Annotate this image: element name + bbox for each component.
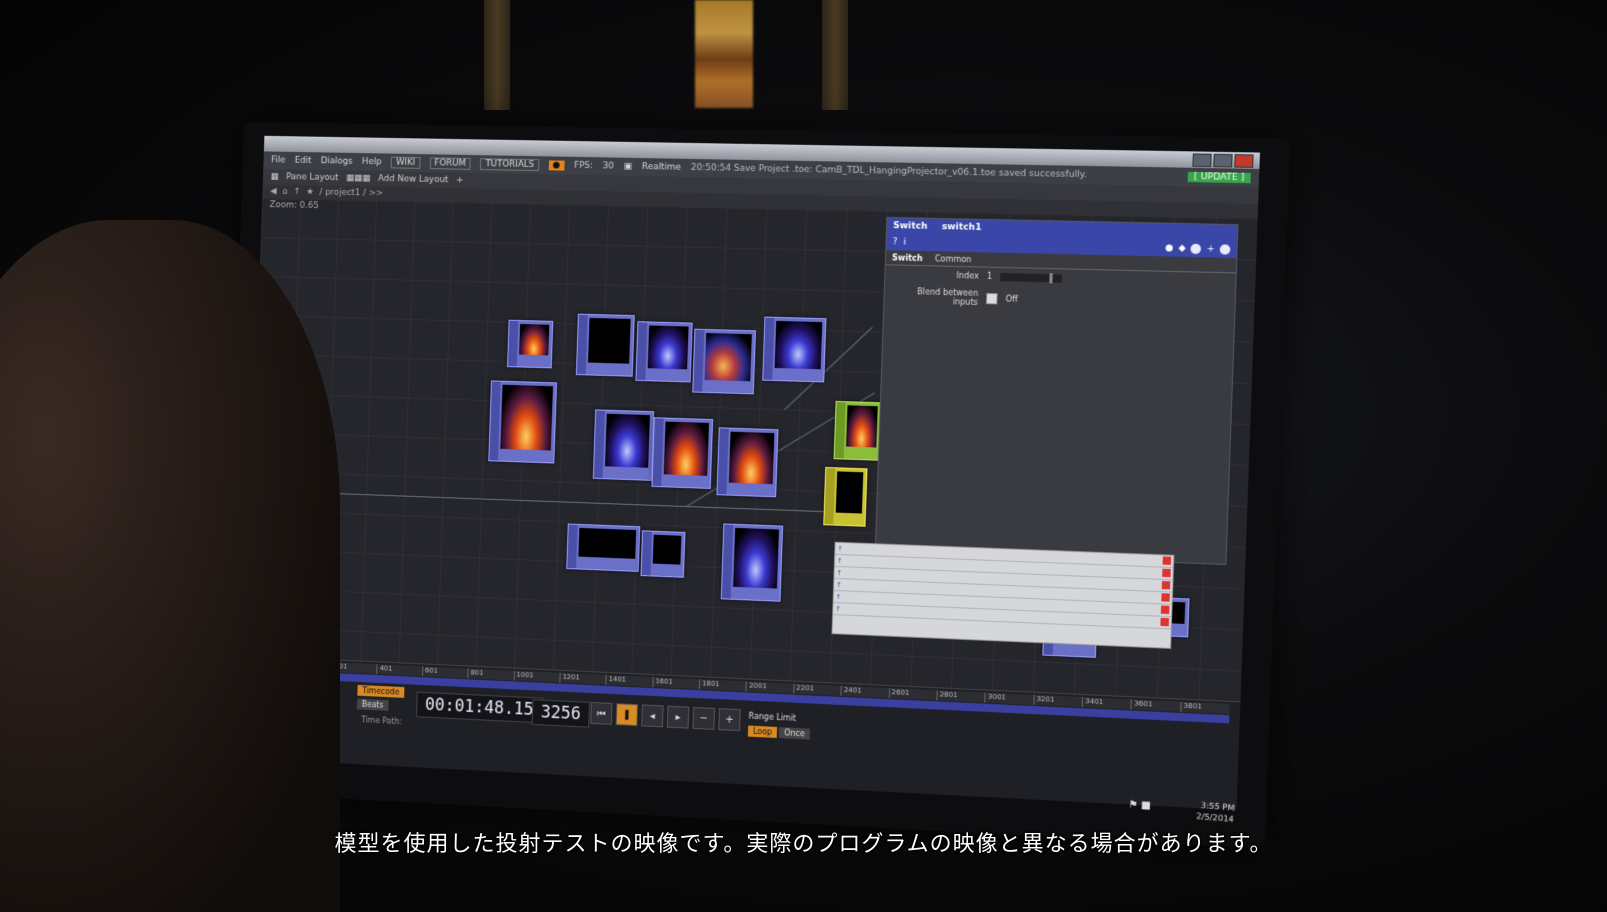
plus-icon[interactable]: + — [718, 708, 741, 732]
menu-help[interactable]: Help — [362, 157, 382, 167]
remove-icon[interactable] — [1160, 605, 1170, 615]
frame-display[interactable]: 3256 — [531, 699, 590, 728]
back-icon[interactable]: ◀ — [270, 187, 277, 197]
zoom-label: Zoom: 0.65 — [269, 200, 319, 211]
minus-icon[interactable]: − — [692, 706, 716, 730]
range-buttons: Loop Once — [747, 725, 810, 740]
menu-file[interactable]: File — [271, 155, 286, 165]
add-icon[interactable]: + — [1206, 244, 1214, 254]
network-icon[interactable]: ■ — [1141, 800, 1151, 812]
index-value[interactable]: 1 — [987, 272, 993, 281]
operator-node[interactable] — [507, 319, 554, 369]
remove-icon[interactable] — [1162, 556, 1172, 565]
loop-button[interactable]: Loop — [747, 725, 778, 738]
forum-link[interactable]: FORUM — [429, 157, 472, 170]
network-path[interactable]: / project1 / >> — [319, 188, 383, 199]
home-icon[interactable]: ⌂ — [282, 187, 288, 197]
realtime-label: Realtime — [641, 162, 682, 173]
step-back-icon[interactable]: ◂ — [641, 704, 664, 728]
transport-controls: ⏮ ❚ ◂ ▸ − + — [590, 701, 741, 732]
system-tray: ⚑ ■ — [1128, 799, 1151, 811]
operator-node[interactable] — [720, 523, 784, 602]
background-pillar — [484, 0, 510, 110]
monitor: File Edit Dialogs Help WIKI FORUM TUTORI… — [221, 121, 1291, 849]
operator-node[interactable] — [823, 466, 868, 527]
operator-node[interactable] — [635, 321, 693, 383]
touchdesigner-window: File Edit Dialogs Help WIKI FORUM TUTORI… — [243, 135, 1261, 811]
timecode-display[interactable]: 00:01:48.15 — [415, 691, 543, 724]
help-icon[interactable]: ? — [892, 237, 897, 247]
input-list-popup: ↑ ↑ ↑ ↑ ↑ ↑ — [831, 541, 1175, 649]
time-path-label: Time Path: — [361, 715, 402, 727]
blend-label: Blend between inputs — [917, 287, 979, 307]
once-button[interactable]: Once — [778, 727, 810, 740]
viewer-shoulder — [0, 220, 340, 912]
fps-label: FPS: — [573, 160, 594, 172]
update-button[interactable]: [ UPDATE ] — [1187, 171, 1251, 184]
tutorials-link[interactable]: TUTORIALS — [480, 158, 540, 172]
timecode-button[interactable]: Timecode — [357, 684, 405, 698]
info-icon[interactable]: i — [903, 237, 906, 247]
layout-grid-icon[interactable]: ▦▦▦ — [346, 173, 371, 183]
close-button[interactable] — [1234, 153, 1254, 168]
up-icon[interactable]: ↑ — [293, 187, 300, 197]
tab-common[interactable]: Common — [935, 254, 972, 264]
remove-icon[interactable] — [1161, 593, 1170, 602]
background-pillar — [822, 0, 848, 110]
wiki-link[interactable]: WIKI — [390, 156, 421, 169]
menu-dialogs[interactable]: Dialogs — [321, 156, 353, 166]
op-name[interactable]: switch1 — [942, 222, 982, 233]
taskbar-clock[interactable]: 3:55 PM 2/5/2014 — [1196, 799, 1235, 825]
range-limit-label: Range Limit — [748, 711, 797, 723]
minimize-button[interactable] — [1192, 152, 1212, 167]
comment-icon[interactable]: ● — [1165, 243, 1174, 253]
remove-icon[interactable] — [1162, 568, 1171, 578]
network-editor[interactable]: Zoom: 0.65 Switch switch1 ? i ● ◆ + Swit… — [246, 198, 1258, 702]
plus-icon[interactable]: + — [456, 175, 464, 185]
rewind-icon[interactable]: ⏮ — [590, 701, 613, 725]
operator-node[interactable] — [833, 400, 882, 461]
beats-button[interactable]: Beats — [356, 698, 389, 711]
index-slider[interactable] — [1000, 272, 1063, 283]
video-frame: File Edit Dialogs Help WIKI FORUM TUTORI… — [0, 0, 1607, 912]
fps-value: 30 — [602, 161, 615, 172]
operator-node[interactable] — [640, 530, 686, 578]
alert-badge[interactable]: ● — [548, 160, 565, 171]
globe-icon[interactable] — [1219, 244, 1231, 255]
blend-toggle[interactable] — [986, 292, 998, 304]
parameter-panel: Switch switch1 ? i ● ◆ + Switch Common I… — [874, 216, 1239, 566]
operator-node[interactable] — [592, 409, 655, 481]
play-icon[interactable]: ▸ — [666, 705, 690, 729]
operator-node[interactable] — [566, 523, 641, 572]
blend-value: Off — [1005, 293, 1018, 304]
pause-icon[interactable]: ❚ — [615, 703, 639, 727]
operator-node[interactable] — [651, 417, 714, 489]
flag-icon[interactable]: ⚑ — [1128, 799, 1138, 811]
remove-icon[interactable] — [1160, 617, 1170, 627]
stained-glass-window — [695, 0, 753, 108]
remove-icon[interactable] — [1161, 580, 1171, 590]
tab-switch[interactable]: Switch — [892, 253, 923, 263]
operator-node[interactable] — [488, 380, 558, 464]
clock-date: 2/5/2014 — [1195, 811, 1235, 824]
add-layout-button[interactable]: Add New Layout — [378, 174, 449, 185]
maximize-button[interactable] — [1213, 153, 1233, 167]
realtime-checkbox[interactable]: ▣ — [624, 162, 633, 172]
star-icon[interactable]: ★ — [306, 187, 314, 197]
pane-icon[interactable]: ▦ — [270, 172, 278, 182]
menu-edit[interactable]: Edit — [295, 156, 312, 166]
operator-node[interactable] — [716, 427, 779, 498]
operator-node[interactable] — [762, 316, 827, 383]
settings-icon[interactable] — [1190, 243, 1202, 255]
pane-layout-button[interactable]: Pane Layout — [286, 172, 339, 183]
tag-icon[interactable]: ◆ — [1178, 243, 1186, 253]
operator-node[interactable] — [692, 328, 756, 395]
index-label: Index — [956, 270, 979, 281]
video-subtitle: 模型を使用した投射テストの映像です。実際のプログラムの映像と異なる場合があります… — [334, 832, 1273, 857]
op-type: Switch — [892, 221, 928, 232]
operator-node[interactable] — [575, 313, 635, 377]
